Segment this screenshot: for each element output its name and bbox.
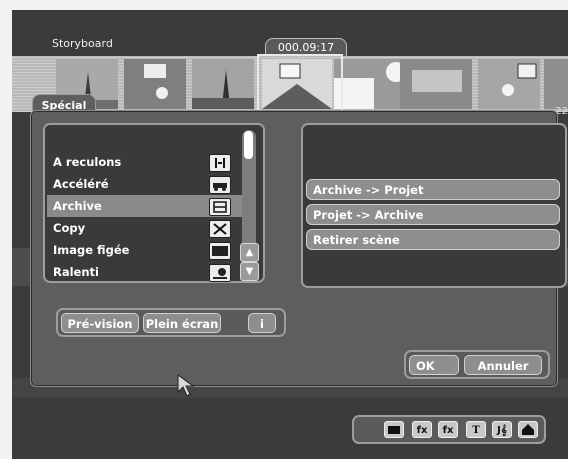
list-item-selected[interactable]: Archive bbox=[47, 195, 243, 217]
list-item[interactable]: Ralenti bbox=[49, 261, 231, 283]
effect-label: Copy bbox=[53, 221, 86, 235]
scene-thumbnail-5[interactable] bbox=[334, 59, 406, 109]
storyboard-label: Storyboard bbox=[52, 37, 113, 50]
title-t-icon: T bbox=[472, 425, 480, 436]
effect-label: Archive bbox=[53, 199, 102, 213]
list-item[interactable]: Copy bbox=[49, 217, 231, 239]
playhead-marker bbox=[257, 54, 343, 112]
scene-thumbnail-8[interactable] bbox=[544, 59, 568, 109]
preview-button[interactable]: Pré-vision bbox=[61, 313, 139, 333]
title-button[interactable]: T bbox=[466, 421, 486, 438]
scroll-up-button[interactable]: ▲ bbox=[240, 243, 259, 262]
archive-to-project-button[interactable]: Archive -> Projet bbox=[306, 179, 560, 200]
special-dialog: A reculons Accéléré Archive Copy Image f… bbox=[30, 110, 567, 387]
effect-label: Accéléré bbox=[53, 177, 109, 191]
info-icon: i bbox=[260, 317, 264, 331]
audio-button[interactable]: J𝄞 bbox=[492, 421, 512, 438]
home-icon bbox=[522, 424, 534, 435]
project-to-archive-button[interactable]: Projet -> Archive bbox=[306, 204, 560, 225]
scroll-down-button[interactable]: ▼ bbox=[240, 262, 259, 281]
ok-button[interactable]: OK bbox=[409, 355, 459, 375]
scene-thumbnail-2[interactable] bbox=[124, 59, 186, 109]
archive-drawer-icon bbox=[209, 198, 231, 216]
transitions-button[interactable]: fx bbox=[438, 421, 458, 438]
chevron-up-icon: ▲ bbox=[245, 247, 254, 258]
effects-list-panel: A reculons Accéléré Archive Copy Image f… bbox=[43, 123, 265, 283]
reverse-bracket-icon bbox=[209, 154, 231, 172]
dialog-confirm-bar: OK Annuler bbox=[404, 350, 550, 379]
preview-button-bar: Pré-vision Plein écran i bbox=[56, 308, 286, 337]
remove-scene-button[interactable]: Retirer scène bbox=[306, 229, 560, 250]
actions-panel: Archive -> Projet Projet -> Archive Reti… bbox=[301, 123, 567, 288]
camera-icon bbox=[388, 426, 400, 434]
mouse-cursor-icon bbox=[177, 374, 195, 397]
stop-sign-icon bbox=[209, 242, 231, 260]
snail-icon bbox=[209, 264, 231, 282]
camera-button[interactable] bbox=[384, 421, 404, 438]
scene-thumbnail-7[interactable] bbox=[478, 59, 540, 109]
bottom-toolbar: fx fx T J𝄞 bbox=[352, 415, 546, 444]
effect-label: Image figée bbox=[53, 243, 130, 257]
scene-thumbnail-3[interactable] bbox=[192, 59, 254, 109]
home-button[interactable] bbox=[518, 421, 538, 438]
info-button[interactable]: i bbox=[248, 313, 276, 333]
effect-label: Ralenti bbox=[53, 265, 99, 279]
list-item[interactable]: Accéléré bbox=[49, 173, 231, 195]
cancel-button[interactable]: Annuler bbox=[464, 355, 542, 375]
effects-button[interactable]: fx bbox=[412, 421, 432, 438]
editor-screen: Storyboard 000.09:17 22 Spécial A reculo… bbox=[12, 10, 568, 459]
chevron-down-icon: ▼ bbox=[245, 266, 254, 277]
list-item[interactable]: A reculons bbox=[49, 151, 231, 173]
music-note-icon: J𝄞 bbox=[497, 425, 507, 436]
list-item[interactable]: Image figée bbox=[49, 239, 231, 261]
scissors-copy-icon bbox=[209, 220, 231, 238]
fx-transition-icon: fx bbox=[442, 425, 454, 436]
fast-car-icon bbox=[209, 176, 231, 194]
scrollbar-thumb[interactable] bbox=[244, 131, 253, 159]
scene-thumbnail-6[interactable] bbox=[400, 59, 472, 109]
fx-icon: fx bbox=[416, 425, 428, 436]
effect-label: A reculons bbox=[53, 155, 122, 169]
fullscreen-button[interactable]: Plein écran bbox=[143, 313, 221, 333]
